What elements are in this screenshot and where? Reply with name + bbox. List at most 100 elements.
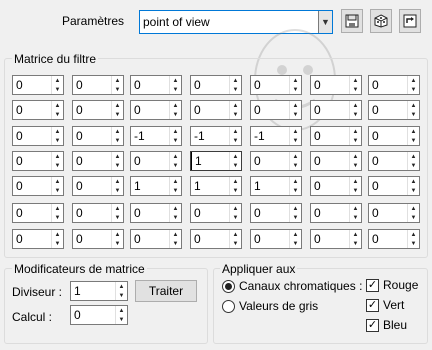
matrix-cell[interactable]: 0 ▲ ▼ <box>72 126 124 146</box>
spin-down-icon[interactable]: ▼ <box>290 186 301 195</box>
spin-down-icon[interactable]: ▼ <box>408 110 419 119</box>
spin-up-icon[interactable]: ▲ <box>116 306 127 315</box>
spin-up-icon[interactable]: ▲ <box>290 177 301 186</box>
matrix-cell[interactable]: 0 ▲ ▼ <box>310 151 362 171</box>
radio-channels[interactable]: Canaux chromatiques : <box>222 279 362 293</box>
matrix-cell[interactable]: 0 ▲ ▼ <box>190 229 242 249</box>
spin-down-icon[interactable]: ▼ <box>290 161 301 170</box>
spin-down-icon[interactable]: ▼ <box>116 291 127 300</box>
spin-down-icon[interactable]: ▼ <box>290 85 301 94</box>
matrix-cell[interactable]: -1 ▲ ▼ <box>130 126 182 146</box>
matrix-cell[interactable]: -1 ▲ ▼ <box>250 126 302 146</box>
spin-down-icon[interactable]: ▼ <box>112 161 123 170</box>
checkbox-green[interactable]: ✓ Vert <box>366 298 404 312</box>
bias-stepper[interactable]: 0 ▲ ▼ <box>70 305 128 325</box>
spin-up-icon[interactable]: ▲ <box>350 76 361 85</box>
spin-up-icon[interactable]: ▲ <box>52 177 63 186</box>
spin-down-icon[interactable]: ▼ <box>52 110 63 119</box>
matrix-cell[interactable]: 0 ▲ ▼ <box>72 229 124 249</box>
reset-button[interactable] <box>399 9 421 33</box>
spin-down-icon[interactable]: ▼ <box>290 136 301 145</box>
spin-up-icon[interactable]: ▲ <box>230 204 241 213</box>
spin-down-icon[interactable]: ▼ <box>170 136 181 145</box>
spin-up-icon[interactable]: ▲ <box>230 101 241 110</box>
matrix-cell[interactable]: 0 ▲ ▼ <box>130 75 182 95</box>
spin-up-icon[interactable]: ▲ <box>350 177 361 186</box>
matrix-cell[interactable]: 0 ▲ ▼ <box>368 229 420 249</box>
spin-up-icon[interactable]: ▲ <box>170 152 181 161</box>
spin-up-icon[interactable]: ▲ <box>230 76 241 85</box>
matrix-cell[interactable]: 0 ▲ ▼ <box>12 229 64 249</box>
spin-up-icon[interactable]: ▲ <box>112 152 123 161</box>
matrix-cell[interactable]: 0 ▲ ▼ <box>72 203 124 223</box>
spin-down-icon[interactable]: ▼ <box>408 85 419 94</box>
matrix-cell[interactable]: -1 ▲ ▼ <box>190 126 242 146</box>
spin-down-icon[interactable]: ▼ <box>350 110 361 119</box>
checkbox-blue-box[interactable]: ✓ <box>366 318 379 332</box>
spin-up-icon[interactable]: ▲ <box>230 127 241 136</box>
matrix-cell[interactable]: 0 ▲ ▼ <box>368 203 420 223</box>
spin-up-icon[interactable]: ▲ <box>350 230 361 239</box>
matrix-cell[interactable]: 1 ▲ ▼ <box>190 151 242 171</box>
spin-up-icon[interactable]: ▲ <box>350 101 361 110</box>
spin-up-icon[interactable]: ▲ <box>408 127 419 136</box>
spin-down-icon[interactable]: ▼ <box>290 213 301 222</box>
matrix-cell[interactable]: 0 ▲ ▼ <box>368 176 420 196</box>
preset-select[interactable]: point of view ▼ <box>139 10 333 34</box>
matrix-cell[interactable]: 0 ▲ ▼ <box>130 203 182 223</box>
spin-up-icon[interactable]: ▲ <box>230 230 241 239</box>
spin-up-icon[interactable]: ▲ <box>408 152 419 161</box>
matrix-cell[interactable]: 0 ▲ ▼ <box>12 100 64 120</box>
matrix-cell[interactable]: 0 ▲ ▼ <box>12 203 64 223</box>
spin-down-icon[interactable]: ▼ <box>170 239 181 248</box>
spin-down-icon[interactable]: ▼ <box>230 136 241 145</box>
spin-up-icon[interactable]: ▲ <box>52 152 63 161</box>
spin-down-icon[interactable]: ▼ <box>112 85 123 94</box>
spin-up-icon[interactable]: ▲ <box>408 177 419 186</box>
matrix-cell[interactable]: 0 ▲ ▼ <box>72 176 124 196</box>
spin-up-icon[interactable]: ▲ <box>52 76 63 85</box>
spin-down-icon[interactable]: ▼ <box>170 110 181 119</box>
spin-down-icon[interactable]: ▼ <box>52 186 63 195</box>
spin-up-icon[interactable]: ▲ <box>52 230 63 239</box>
matrix-cell[interactable]: 0 ▲ ▼ <box>368 151 420 171</box>
spin-up-icon[interactable]: ▲ <box>52 101 63 110</box>
spin-up-icon[interactable]: ▲ <box>170 204 181 213</box>
matrix-cell[interactable]: 0 ▲ ▼ <box>12 176 64 196</box>
spin-up-icon[interactable]: ▲ <box>350 204 361 213</box>
matrix-cell[interactable]: 0 ▲ ▼ <box>72 100 124 120</box>
matrix-cell[interactable]: 0 ▲ ▼ <box>12 75 64 95</box>
radio-gray[interactable]: Valeurs de gris <box>222 299 318 313</box>
spin-down-icon[interactable]: ▼ <box>350 85 361 94</box>
spin-down-icon[interactable]: ▼ <box>350 213 361 222</box>
spin-down-icon[interactable]: ▼ <box>408 239 419 248</box>
matrix-cell[interactable]: 0 ▲ ▼ <box>310 176 362 196</box>
spin-down-icon[interactable]: ▼ <box>408 136 419 145</box>
spin-up-icon[interactable]: ▲ <box>408 204 419 213</box>
spin-down-icon[interactable]: ▼ <box>116 315 127 324</box>
spin-down-icon[interactable]: ▼ <box>170 213 181 222</box>
spin-down-icon[interactable]: ▼ <box>230 239 241 248</box>
checkbox-green-box[interactable]: ✓ <box>366 298 379 312</box>
spin-up-icon[interactable]: ▲ <box>408 76 419 85</box>
spin-down-icon[interactable]: ▼ <box>52 136 63 145</box>
spin-up-icon[interactable]: ▲ <box>350 152 361 161</box>
process-button[interactable]: Traiter <box>135 280 197 302</box>
spin-down-icon[interactable]: ▼ <box>230 161 241 170</box>
spin-down-icon[interactable]: ▼ <box>408 186 419 195</box>
spin-up-icon[interactable]: ▲ <box>230 152 241 161</box>
matrix-cell[interactable]: 0 ▲ ▼ <box>250 100 302 120</box>
spin-down-icon[interactable]: ▼ <box>112 239 123 248</box>
spin-up-icon[interactable]: ▲ <box>112 230 123 239</box>
spin-up-icon[interactable]: ▲ <box>290 152 301 161</box>
spin-down-icon[interactable]: ▼ <box>112 213 123 222</box>
spin-up-icon[interactable]: ▲ <box>112 101 123 110</box>
spin-up-icon[interactable]: ▲ <box>116 282 127 291</box>
spin-down-icon[interactable]: ▼ <box>112 136 123 145</box>
spin-up-icon[interactable]: ▲ <box>52 127 63 136</box>
spin-down-icon[interactable]: ▼ <box>350 186 361 195</box>
matrix-cell[interactable]: 0 ▲ ▼ <box>130 100 182 120</box>
matrix-cell[interactable]: 1 ▲ ▼ <box>190 176 242 196</box>
spin-down-icon[interactable]: ▼ <box>408 161 419 170</box>
spin-up-icon[interactable]: ▲ <box>170 76 181 85</box>
